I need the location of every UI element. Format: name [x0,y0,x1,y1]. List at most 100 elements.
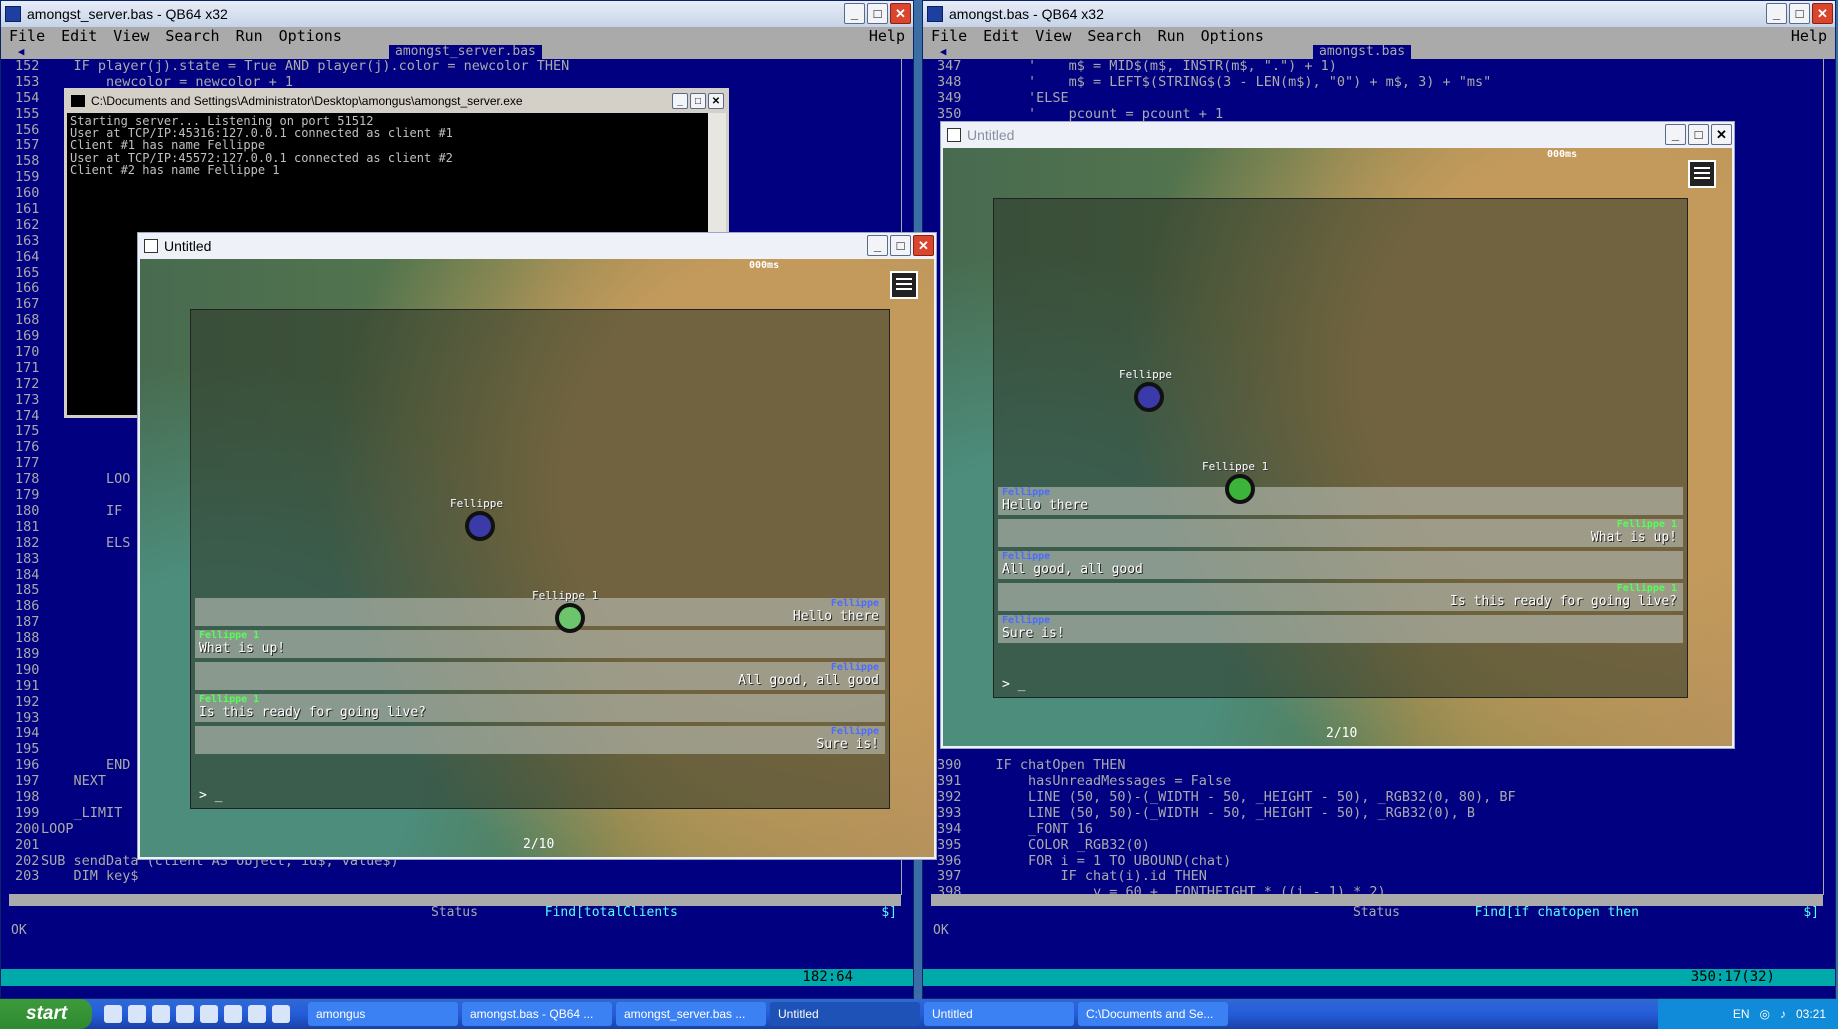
menu-file[interactable]: File [1,27,53,45]
game-title-bar[interactable]: Untitled _ □ ✕ [941,122,1734,147]
maximize-button[interactable]: □ [690,93,706,109]
menu-bar: File Edit View Search Run Options Help [923,27,1835,45]
chat-input-prompt[interactable]: > _ [199,788,222,803]
menu-view[interactable]: View [105,27,157,45]
code-line[interactable]: 349 'ELSE [923,90,1823,107]
maximize-button[interactable]: □ [867,3,888,24]
code-line[interactable]: 348 ' m$ = LEFT$(STRING$(3 - LEN(m$), "0… [923,74,1823,91]
console-title: C:\Documents and Settings\Administrator\… [91,94,523,108]
line-number: 166 [15,280,40,297]
game-canvas[interactable]: 000ms Fellippe Hello there Fellippe 1 What… [140,259,934,857]
menu-help[interactable]: Help [861,27,913,45]
code-text: hasUnreadMessages = False [963,773,1232,790]
window-title: amongst_server.bas - QB64 x32 [27,6,228,22]
minimize-button[interactable]: _ [844,3,865,24]
menu-help[interactable]: Help [1783,27,1835,45]
code-line[interactable]: 393 LINE (50, 50)-(_WIDTH - 50, _HEIGHT … [923,805,1823,822]
code-line[interactable]: 152 IF player(j).state = True AND player… [1,59,901,75]
menu-run[interactable]: Run [228,27,271,45]
status-message: OK [11,923,27,938]
quick-launch [104,1005,290,1023]
title-bar[interactable]: amongst_server.bas - QB64 x32 _ □ ✕ [1,1,913,27]
player-name: Fellippe [450,497,503,510]
menu-options[interactable]: Options [271,27,350,45]
firefox-icon[interactable] [128,1005,146,1023]
find-field[interactable]: Find[totalClients $] [545,906,897,920]
code-line[interactable]: 394 _FONT 16 [923,821,1823,838]
game-window-server[interactable]: Untitled _ □ ✕ 000ms Fellippe Hello there… [137,232,937,860]
code-line[interactable]: 203 DIM key$ [1,868,901,885]
maximize-button[interactable]: □ [890,235,911,256]
menu-edit[interactable]: Edit [975,27,1027,45]
volume-icon[interactable]: ♪ [1780,1007,1786,1021]
file-tab[interactable]: amongst_server.bas [389,45,542,59]
vertical-scrollbar[interactable] [1823,59,1835,895]
scroll-left-icon[interactable]: ◀ [933,45,953,59]
language-indicator[interactable]: EN [1733,1007,1750,1021]
file-tab-line: ◀ amongst_server.bas [1,45,913,59]
app-icon[interactable] [248,1005,266,1023]
minimize-button[interactable]: _ [867,235,888,256]
notepad-icon[interactable] [200,1005,218,1023]
line-number: 201 [15,836,40,853]
menu-run[interactable]: Run [1150,27,1193,45]
code-line[interactable]: 395 COLOR _RGB32(0) [923,836,1823,854]
taskbar-button-folder[interactable]: amongus [308,1002,458,1026]
taskbar-button-game-2[interactable]: Untitled [924,1002,1074,1026]
player-name: Fellippe 1 [532,589,599,602]
qb64-icon[interactable] [272,1005,290,1023]
close-button[interactable]: ✕ [1812,3,1833,24]
title-bar[interactable]: amongst.bas - QB64 x32 _ □ ✕ [923,1,1835,27]
menu-search[interactable]: Search [1079,27,1149,45]
code-line[interactable]: 397 IF chat(i).id THEN [923,868,1823,885]
chat-input-prompt[interactable]: > _ [1002,677,1025,692]
close-button[interactable]: ✕ [913,235,934,256]
menu-file[interactable]: File [923,27,975,45]
game-title-bar[interactable]: Untitled _ □ ✕ [138,233,936,258]
taskbar-button-qb64-client[interactable]: amongst.bas - QB64 ... [462,1002,612,1026]
find-field[interactable]: Find[if chatopen then $] [1475,906,1819,920]
game-canvas[interactable]: 000ms Fellippe Hello there Fellippe 1 What… [943,148,1732,746]
hamburger-menu-icon[interactable] [1688,160,1716,188]
maximize-button[interactable]: □ [1789,3,1810,24]
chat-sender: Fellippe [1002,615,1051,626]
ie-icon[interactable] [104,1005,122,1023]
file-tab[interactable]: amongst.bas [1313,45,1412,59]
start-button[interactable]: start [0,999,92,1029]
menu-search[interactable]: Search [157,27,227,45]
network-icon[interactable]: ◎ [1759,1007,1769,1021]
maximize-button[interactable]: □ [1688,124,1709,145]
menu-view[interactable]: View [1027,27,1079,45]
taskbar-button-console[interactable]: C:\Documents and Se... [1078,1002,1228,1026]
chrome-icon[interactable] [152,1005,170,1023]
scroll-left-icon[interactable]: ◀ [11,45,31,59]
code-line[interactable]: 391 hasUnreadMessages = False [923,773,1823,790]
game-window-client[interactable]: Untitled _ □ ✕ 000ms Fellippe Hello there… [940,121,1735,749]
code-text: COLOR _RGB32(0) [963,836,1150,853]
minimize-button[interactable]: _ [1766,3,1787,24]
line-number: 200 [15,820,40,837]
taskbar-button-qb64-server[interactable]: amongst_server.bas ... [616,1002,766,1026]
chat-text: Sure is! [816,737,879,752]
minimize-button[interactable]: _ [672,93,688,109]
code-line[interactable]: 347 ' m$ = MID$(m$, INSTR(m$, ".") + 1) [923,59,1823,75]
taskbar-button-label: amongst_server.bas ... [624,1007,746,1021]
explorer-icon[interactable] [176,1005,194,1023]
player-name: Fellippe [1119,368,1172,381]
close-button[interactable]: ✕ [1711,124,1732,145]
line-number: 187 [15,614,40,631]
code-line[interactable]: 390 IF chatOpen THEN [923,757,1823,774]
player-avatar [555,603,585,633]
close-button[interactable]: ✕ [708,93,724,109]
hamburger-menu-icon[interactable] [890,271,918,299]
menu-edit[interactable]: Edit [53,27,105,45]
menu-options[interactable]: Options [1193,27,1272,45]
close-button[interactable]: ✕ [890,3,911,24]
app-icon[interactable] [224,1005,242,1023]
taskbar-button-game-1[interactable]: Untitled [770,1002,920,1026]
minimize-button[interactable]: _ [1665,124,1686,145]
code-line[interactable]: 392 LINE (50, 50)-(_WIDTH - 50, _HEIGHT … [923,789,1823,806]
console-title-bar[interactable]: C:\Documents and Settings\Administrator\… [67,91,726,111]
chat-sender: Fellippe 1 [1616,583,1677,594]
code-line[interactable]: 396 FOR i = 1 TO UBOUND(chat) [923,853,1823,870]
